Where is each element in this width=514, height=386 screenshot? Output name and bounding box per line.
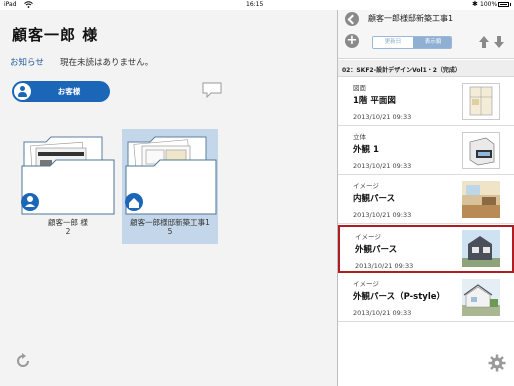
folder-name: 顧客一郎様邸新築工事1: [130, 218, 210, 227]
interior-render-thumbnail: [462, 181, 500, 218]
arrow-up-icon[interactable]: [478, 35, 490, 49]
sort-segmented-control: 更新日 表示順: [372, 36, 452, 49]
document-panel: 顧客一郎様邸新築工事1 + 更新日 表示順 02：SKF2-設計デザインVol1…: [338, 10, 514, 386]
floor-plan-thumbnail: [462, 83, 500, 120]
customer-panel: 顧客一郎 様 お知らせ 現在未読はありません。 お客様 顧客一郎 様 2 顧客一…: [0, 10, 337, 386]
add-icon[interactable]: +: [345, 34, 359, 48]
folder-name: 顧客一郎 様: [48, 218, 88, 227]
exterior-render-thumbnail: [462, 230, 500, 267]
list-item[interactable]: 図面 1階 平面図 2013/10/21 09:33: [338, 78, 514, 126]
item-category: イメージ: [355, 233, 381, 241]
exterior-render-thumbnail: [462, 279, 500, 316]
item-date: 2013/10/21 09:33: [353, 113, 412, 121]
document-header: 顧客一郎様邸新築工事1 + 更新日 表示順: [338, 10, 514, 59]
item-name: 外観パース（P-style）: [353, 292, 446, 302]
list-item[interactable]: イメージ 外観パース（P-style） 2013/10/21 09:33: [338, 274, 514, 322]
comment-icon[interactable]: [202, 82, 222, 98]
back-icon[interactable]: [345, 12, 359, 26]
notice-label[interactable]: お知らせ: [10, 56, 44, 68]
status-bar: iPad 16:15 ✱ 100%: [0, 0, 514, 10]
list-item[interactable]: イメージ 内観パース 2013/10/21 09:33: [338, 176, 514, 224]
item-name: 外観 1: [353, 145, 379, 155]
3d-model-thumbnail: [462, 132, 500, 169]
item-category: イメージ: [353, 182, 379, 190]
list-item[interactable]: 立体 外観 1 2013/10/21 09:33: [338, 127, 514, 175]
folder-project[interactable]: 顧客一郎様邸新築工事1 5: [122, 128, 218, 238]
page-title: 顧客一郎 様: [12, 26, 99, 44]
folder-icon: [125, 136, 217, 215]
list-item[interactable]: イメージ 外観パース 2013/10/21 09:33: [338, 225, 514, 273]
sort-by-order[interactable]: 表示順: [413, 37, 451, 48]
item-category: 図面: [353, 84, 366, 92]
refresh-icon[interactable]: [14, 352, 32, 370]
folder-customer[interactable]: 顧客一郎 様 2: [20, 128, 116, 238]
gear-icon[interactable]: [488, 354, 506, 372]
item-category: 立体: [353, 133, 366, 141]
folder-count: 5: [167, 227, 173, 236]
item-date: 2013/10/21 09:33: [353, 309, 412, 317]
item-category: イメージ: [353, 280, 379, 288]
sort-by-updated[interactable]: 更新日: [373, 37, 413, 48]
folder-label: 顧客一郎様邸新築工事1 5: [122, 218, 218, 236]
wifi-icon: [24, 1, 33, 8]
item-name: 外観パース: [355, 245, 398, 255]
item-name: 1階 平面図: [353, 96, 396, 106]
project-title: 顧客一郎様邸新築工事1: [368, 14, 454, 23]
section-title: 02：SKF2-設計デザインVol1・2（完成）: [342, 67, 461, 74]
battery-icon: [498, 2, 509, 7]
folder-count: 2: [65, 227, 71, 236]
item-name: 内観パース: [353, 194, 396, 204]
folder-icon: [21, 136, 115, 215]
carrier-label: iPad: [4, 1, 17, 8]
notice-text: 現在未読はありません。: [60, 58, 154, 68]
folder-label: 顧客一郎 様 2: [20, 218, 116, 236]
bluetooth-icon: ✱: [472, 0, 478, 8]
item-date: 2013/10/21 09:33: [353, 162, 412, 170]
customer-button-label: お客様: [57, 87, 81, 96]
section-header: 02：SKF2-設計デザインVol1・2（完成）: [338, 60, 514, 77]
customer-button[interactable]: お客様: [12, 81, 110, 102]
clock: 16:15: [246, 1, 264, 8]
battery-cap: [510, 3, 511, 6]
item-date: 2013/10/21 09:33: [353, 211, 412, 219]
item-date: 2013/10/21 09:33: [355, 262, 414, 270]
person-icon: [14, 83, 31, 100]
battery-percent: 100%: [480, 1, 498, 8]
arrow-down-icon[interactable]: [493, 35, 505, 49]
